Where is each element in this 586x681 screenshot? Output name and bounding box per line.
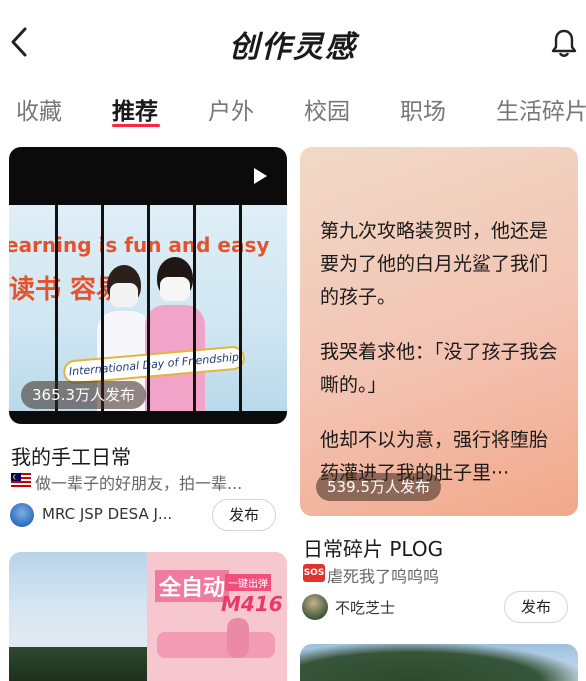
tab-outdoor[interactable]: 户外 xyxy=(208,92,254,126)
toy-gun-shape xyxy=(157,632,275,658)
card-description: 虐死我了呜呜呜 xyxy=(327,567,440,586)
image-card-cover[interactable]: 全自动 一键出弹 M416 xyxy=(9,552,287,681)
author-name[interactable]: MRC JSP DESA J... xyxy=(42,505,172,523)
toy-gun-grip xyxy=(227,618,249,658)
publish-count-badge: 365.3万人发布 xyxy=(21,381,146,409)
avatar[interactable] xyxy=(302,594,328,620)
bell-icon[interactable] xyxy=(549,27,579,59)
tab-workplace[interactable]: 职场 xyxy=(400,92,446,126)
video-card-cover[interactable]: earning is fun and easy 读书 容易 Internatio… xyxy=(9,147,287,424)
avatar[interactable] xyxy=(10,503,34,527)
tree-line xyxy=(9,647,149,681)
post-paragraph: 第九次攻略装贺时，他还是要为了他的白月光鲨了我们的孩子。 xyxy=(320,220,549,308)
card-title[interactable]: 日常碎片 PLOG xyxy=(303,533,443,562)
product-text: 全自动 xyxy=(155,570,230,602)
tab-recommended[interactable]: 推荐 xyxy=(112,92,158,126)
image-card-cover[interactable] xyxy=(300,644,578,681)
post-paragraph: 我哭着求他：「没了孩子我会嘶的。」 xyxy=(320,341,558,396)
author-name[interactable]: 不吃芝士 xyxy=(335,597,395,618)
text-post-cover[interactable]: 第九次攻略装贺时，他还是要为了他的白月光鲨了我们的孩子。 我哭着求他：「没了孩子… xyxy=(300,147,578,516)
product-tag: 一键出弹 xyxy=(225,574,271,591)
play-icon xyxy=(254,168,267,184)
publish-button[interactable]: 发布 xyxy=(504,591,568,623)
malaysia-flag-icon xyxy=(11,473,31,487)
tab-life-fragments[interactable]: 生活碎片 xyxy=(496,92,586,126)
tab-favorites[interactable]: 收藏 xyxy=(16,92,62,126)
category-tabs: 收藏 推荐 户外 校园 职场 生活碎片 xyxy=(0,84,586,134)
tree-canopy xyxy=(300,644,578,681)
product-image: 全自动 一键出弹 M416 xyxy=(147,552,287,681)
header: 创作灵感 xyxy=(0,0,586,84)
product-model: M416 xyxy=(221,592,283,616)
creative-inspiration-page: 创作灵感 收藏 推荐 户外 校园 职场 生活碎片 earning is fun … xyxy=(0,0,586,681)
page-title: 创作灵感 xyxy=(229,30,357,65)
post-text: 第九次攻略装贺时，他还是要为了他的白月光鲨了我们的孩子。 我哭着求他：「没了孩子… xyxy=(320,215,565,512)
card-description: 做一辈子的好朋友，拍一辈... xyxy=(35,474,243,493)
sos-icon: SOS xyxy=(303,564,325,582)
publish-button[interactable]: 发布 xyxy=(212,499,276,531)
tab-campus[interactable]: 校园 xyxy=(304,92,350,126)
active-tab-indicator xyxy=(112,124,160,127)
card-title[interactable]: 我的手工日常 xyxy=(11,441,131,470)
publish-count-badge: 539.5万人发布 xyxy=(316,473,441,501)
